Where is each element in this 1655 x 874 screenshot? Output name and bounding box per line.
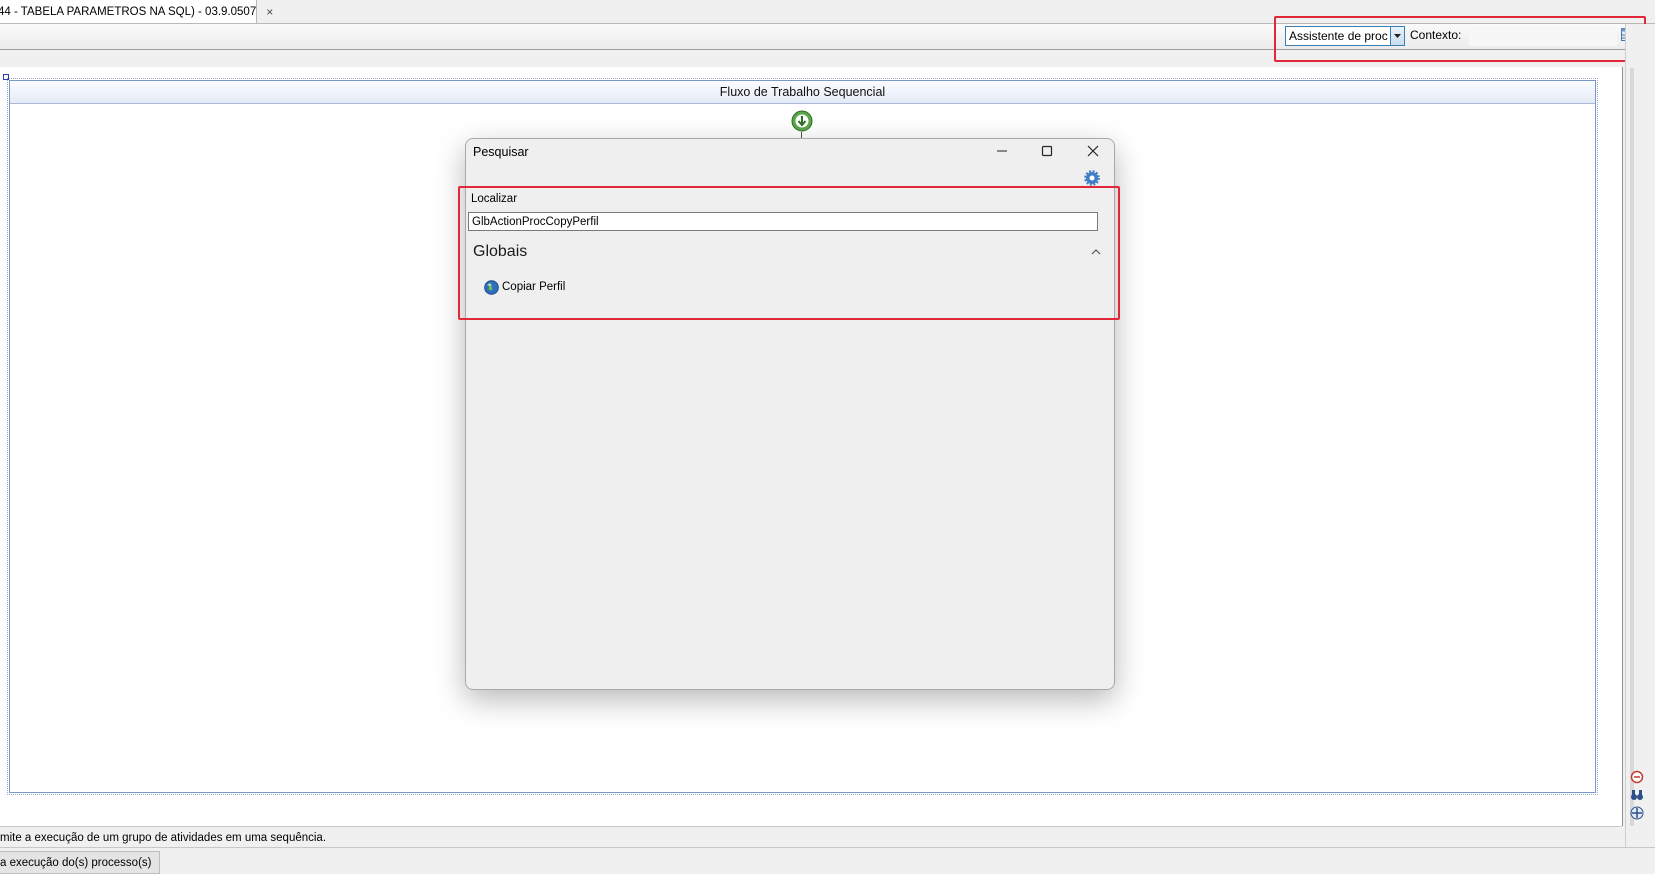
close-icon[interactable] (1081, 142, 1105, 160)
gear-icon[interactable] (1084, 170, 1100, 186)
sequential-workflow-header: Fluxo de Trabalho Sequencial (10, 81, 1595, 104)
bottom-tab-process-execution[interactable]: a execução do(s) processo(s) (0, 851, 161, 874)
dialog-title: Pesquisar (473, 145, 529, 159)
document-tab-title: 44 - TABELA PARAMETROS NA SQL) - 03.9.05… (0, 5, 257, 18)
tab-close-icon[interactable]: × (266, 5, 273, 19)
maximize-icon[interactable] (1035, 142, 1059, 160)
status-description-bar: mite a execução de um grupo de atividade… (0, 826, 1622, 848)
bottom-tab-label: a execução do(s) processo(s) (0, 856, 152, 869)
sequential-workflow-title: Fluxo de Trabalho Sequencial (719, 85, 886, 99)
zoom-icon[interactable] (1628, 768, 1645, 785)
vertical-scrollbar[interactable] (1630, 68, 1634, 826)
highlight-box-toolbar (1274, 16, 1646, 62)
workflow-start-icon[interactable] (791, 110, 813, 132)
highlight-box-search (458, 186, 1120, 320)
pan-icon[interactable] (1628, 804, 1645, 821)
status-description: mite a execução de um grupo de atividade… (0, 831, 327, 844)
document-tab[interactable]: 44 - TABELA PARAMETROS NA SQL) - 03.9.05… (0, 0, 273, 23)
binoculars-icon[interactable] (1628, 786, 1645, 803)
minimize-icon[interactable] (990, 142, 1014, 160)
bottom-tab-bar (0, 847, 1655, 874)
